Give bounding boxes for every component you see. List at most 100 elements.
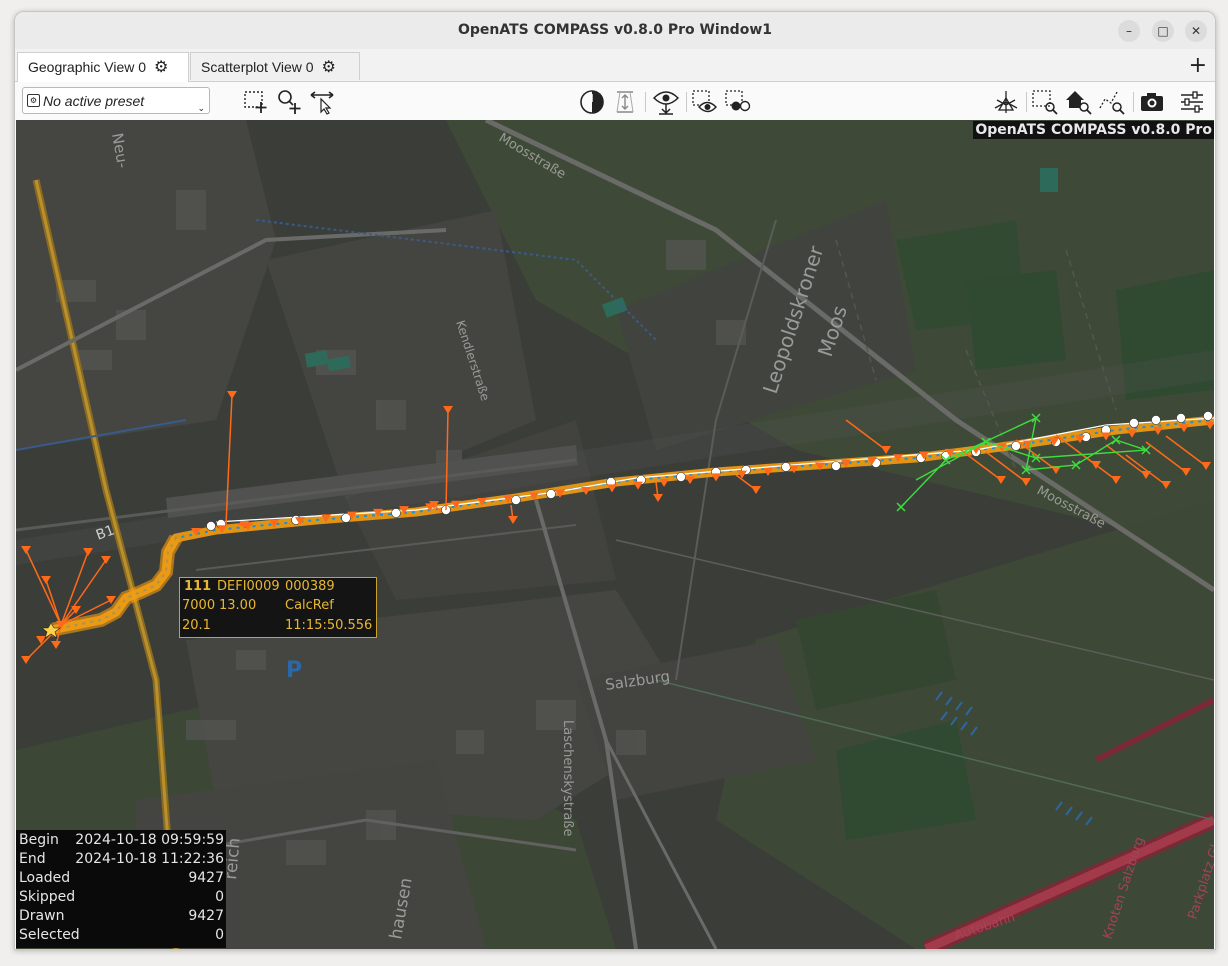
outlier-marker [1021,478,1031,486]
screenshot-icon[interactable] [1138,88,1166,116]
outlier-marker [685,476,695,485]
preset-dropdown[interactable]: ⚙ No active preset ⌄ [22,87,210,114]
outlier-marker [751,486,761,494]
callsign: DEFI0009 [217,579,280,594]
outlier-line [1125,454,1167,486]
track-zoom-icon[interactable] [1097,88,1125,116]
ground-speed: 20.1 [182,618,211,633]
stat-row: Drawn 9427 [19,908,224,926]
reference-point [831,461,841,471]
green-point [896,502,906,512]
outlier-marker [51,641,61,649]
select-dots-icon[interactable] [724,88,752,116]
stat-row: End 2024-10-18 11:22:36 [19,851,224,869]
outlier-marker [1111,476,1121,484]
reference-point [511,495,521,505]
outlier-marker [101,556,111,564]
mode-a-code: 7000 [182,598,216,613]
outlier-line [45,579,62,626]
outlier-marker [41,576,51,584]
geographic-map[interactable]: P Moosstraße Leopoldskroner Moos Kendler… [16,120,1214,949]
minimize-button[interactable]: – [1118,20,1140,42]
green-point [1111,435,1121,445]
reference-point [1203,411,1213,421]
tab-scatterplot-view[interactable]: Scatterplot View 0 ⚙ [190,52,360,80]
view-tab-bar: Geographic View 0 ⚙ Scatterplot View 0 ⚙… [15,49,1215,82]
stat-value: 2024-10-18 11:22:36 [75,851,224,867]
outlier-marker [1161,481,1171,489]
reference-point [781,462,791,472]
reference-point [676,472,686,482]
outlier-marker [633,481,643,490]
outlier-marker [659,478,669,487]
outlier-marker [653,494,663,502]
add-view-icon[interactable]: + [1189,53,1207,78]
stat-value: 9427 [188,908,224,924]
tab-geographic-view[interactable]: Geographic View 0 ⚙ [17,52,189,82]
stat-value: 2024-10-18 09:59:59 [75,832,224,848]
toolbar-separator [1026,92,1027,112]
outlier-line [445,409,449,511]
outlier-marker [607,484,617,493]
outlier-line [1105,444,1147,476]
eye-load-icon[interactable] [652,88,680,116]
reference-point [546,489,556,499]
close-button[interactable]: ✕ [1185,20,1207,42]
outlier-marker [508,516,518,524]
settings-sliders-icon[interactable] [1178,88,1206,116]
stat-key: Begin [19,832,59,848]
preset-icon: ⚙ [27,94,40,107]
stat-row: Selected 0 [19,927,224,945]
reference-point [1129,418,1139,428]
gear-icon[interactable]: ⚙ [321,59,335,76]
outlier-line [845,419,887,451]
home-zoom-icon[interactable] [1064,88,1092,116]
zoom-add-icon[interactable] [275,88,303,116]
view-toolbar: ⚙ No active preset ⌄ [15,82,1215,120]
reference-point [391,508,401,518]
select-eye-icon[interactable] [691,88,719,116]
stat-key: End [19,851,46,867]
stat-row: Loaded 9427 [19,870,224,888]
statistics-panel: Begin 2024-10-18 09:59:59 End 2024-10-18… [16,830,226,948]
outlier-marker [443,406,453,414]
flight-level: 13.00 [219,598,257,613]
outlier-marker [1153,426,1163,435]
altitude-filter-icon[interactable] [611,88,639,116]
tab-label: Scatterplot View 0 [201,59,314,75]
outlier-marker [227,391,237,399]
stat-key: Drawn [19,908,65,924]
mode3a-code: 111 [184,579,212,594]
outlier-marker [1181,468,1191,476]
outlier-line [985,451,1027,483]
outlier-marker [1201,462,1211,470]
toolbar-separator [686,92,687,112]
data-source: CalcRef [285,598,334,613]
pan-icon[interactable] [308,88,336,116]
target-track-layer[interactable] [16,120,1214,949]
reference-point [1151,415,1161,425]
gear-icon[interactable]: ⚙ [154,59,168,76]
zoom-rect-icon[interactable] [1031,88,1059,116]
outlier-marker [1127,429,1137,438]
stat-value: 0 [215,889,224,905]
stat-key: Selected [19,927,80,943]
target-info-box[interactable]: 111 DEFI0009 000389 7000 13.00 CalcRef 2… [179,577,377,638]
title-bar[interactable]: OpenATS COMPASS v0.8.0 Pro Window1 – □ ✕ [15,12,1215,50]
outlier-marker [21,656,31,664]
window-title: OpenATS COMPASS v0.8.0 Pro Window1 [457,22,772,38]
target-address: 000389 [285,579,335,594]
stat-key: Skipped [19,889,76,905]
select-rect-icon[interactable] [242,88,270,116]
outlier-marker [996,476,1006,484]
outlier-marker [83,548,93,556]
outlier-marker [881,446,891,454]
time-window-icon[interactable] [578,88,606,116]
application-window: OpenATS COMPASS v0.8.0 Pro Window1 – □ ✕… [14,11,1216,950]
stat-value: 0 [215,927,224,943]
toolbar-separator [645,92,646,112]
3d-view-icon[interactable] [992,88,1020,116]
maximize-button[interactable]: □ [1152,20,1174,42]
stat-key: Loaded [19,870,71,886]
outlier-marker [711,473,721,482]
